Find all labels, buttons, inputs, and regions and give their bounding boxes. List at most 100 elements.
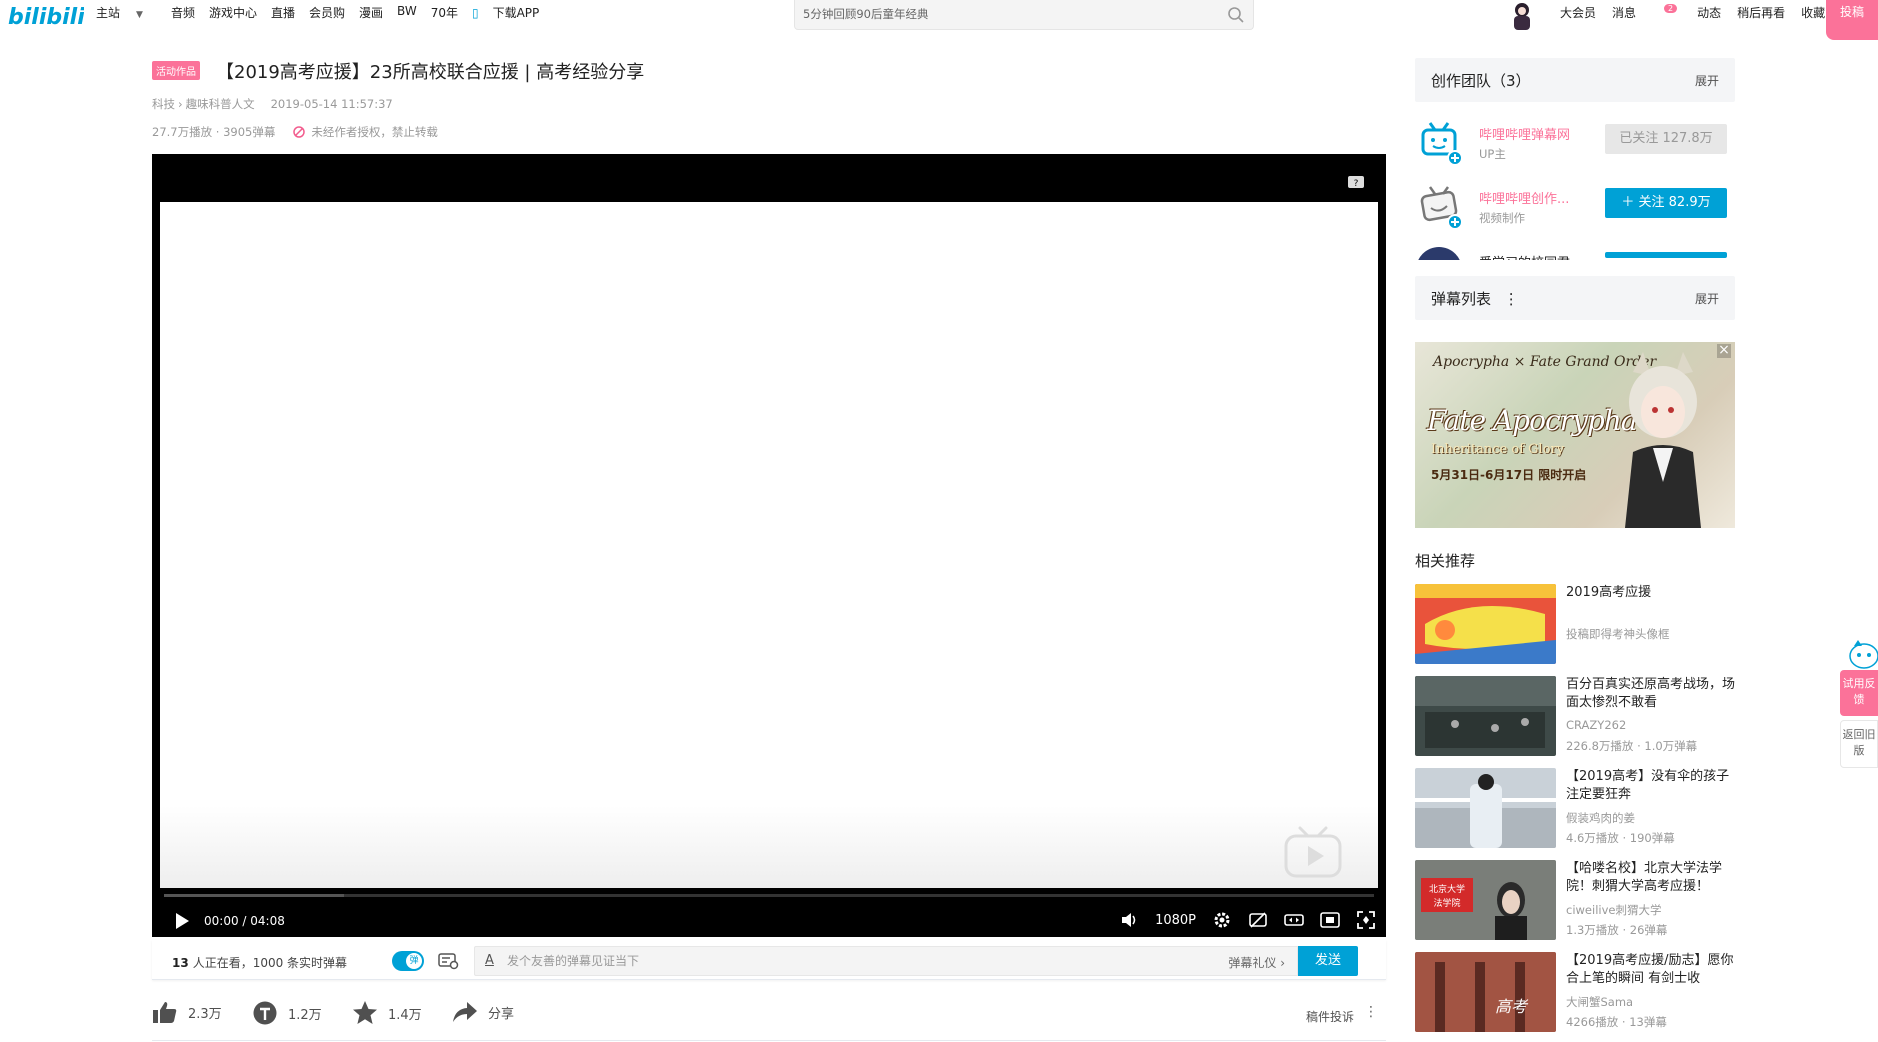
favorite-button[interactable]: 1.4万: [352, 1000, 422, 1026]
watching-info: 13 人正在看，1000 条实时弹幕: [172, 954, 347, 971]
svg-text:法学院: 法学院: [1433, 897, 1460, 909]
player-controls: 00:00 / 04:08 1080P: [152, 902, 1386, 937]
thumbnail[interactable]: 高考: [1415, 952, 1556, 1032]
related-item-up[interactable]: 大闸蟹Sama: [1566, 994, 1633, 1010]
avatar[interactable]: [1415, 118, 1463, 166]
time-display: 00:00 / 04:08: [204, 914, 285, 928]
phone-icon: ▯: [471, 6, 479, 20]
creator-name[interactable]: 爱学习的校园君: [1479, 252, 1579, 260]
report-link[interactable]: 稿件投诉: [1306, 1008, 1354, 1025]
web-fullscreen-icon[interactable]: [1320, 910, 1340, 930]
nav-item-mall[interactable]: 会员购: [309, 4, 345, 24]
old-version-button[interactable]: 返回旧版: [1840, 720, 1878, 768]
more-vertical-icon[interactable]: ⋮: [1504, 290, 1519, 308]
nav-item-download[interactable]: ▯ 下载APP: [472, 4, 553, 24]
nav-vip[interactable]: 大会员: [1560, 4, 1596, 21]
search-icon[interactable]: [1227, 6, 1245, 24]
svg-text:bilibili: bilibili: [8, 5, 84, 30]
nav-dynamic[interactable]: 动态: [1697, 4, 1721, 21]
coin-button[interactable]: 1.2万: [252, 1000, 322, 1026]
play-danmaku-count: 27.7万播放 · 3905弹幕: [152, 125, 276, 139]
nav-item-game[interactable]: 游戏中心: [209, 4, 257, 24]
close-icon[interactable]: ×: [1717, 343, 1731, 358]
danmaku-off-icon[interactable]: [1248, 910, 1268, 930]
video-player[interactable]: ? 00:00 / 04:08 1080P: [152, 154, 1386, 937]
thumbnail[interactable]: [1415, 584, 1556, 664]
breadcrumb-subcategory[interactable]: 趣味科普人文: [186, 97, 255, 111]
nav-item-70[interactable]: 70年: [431, 4, 458, 24]
send-danmaku-button[interactable]: 发送: [1298, 946, 1358, 976]
breadcrumb-category[interactable]: 科技: [152, 97, 175, 111]
related-item[interactable]: 百分百真实还原高考战场，场面太惨烈不敢看 CRAZY262 226.8万播放 ·…: [1415, 676, 1735, 756]
danmaku-etiquette-link[interactable]: 弹幕礼仪 ›: [1228, 954, 1285, 971]
related-item-up[interactable]: CRAZY262: [1566, 718, 1626, 732]
nav-item-manga[interactable]: 漫画: [359, 4, 383, 24]
feedback-button[interactable]: 试用反馈: [1840, 670, 1878, 716]
danmaku-list-header[interactable]: 弹幕列表 ⋮ 展开: [1415, 276, 1735, 320]
related-item-up[interactable]: 投稿即得考神头像框: [1566, 626, 1670, 642]
quality-selector[interactable]: 1080P: [1155, 913, 1196, 928]
thumbnail[interactable]: 北京大学法学院: [1415, 860, 1556, 940]
related-item[interactable]: 2019高考应援 投稿即得考神头像框: [1415, 584, 1735, 664]
related-item-stats: 1.3万播放 · 26弹幕: [1566, 923, 1668, 937]
nav-favorites[interactable]: 收藏: [1801, 4, 1825, 21]
font-style-icon[interactable]: A: [485, 953, 494, 968]
nav-messages[interactable]: 消息 2: [1612, 4, 1681, 21]
danmaku-toggle[interactable]: 弹: [392, 951, 424, 971]
thumbnail[interactable]: [1415, 768, 1556, 848]
watching-text: 人正在看，1000 条实时弹幕: [192, 956, 348, 970]
search-input[interactable]: [795, 0, 1195, 28]
danmaku-settings-icon[interactable]: [438, 952, 460, 970]
progress-bar[interactable]: [164, 894, 1374, 897]
related-item-title[interactable]: 2019高考应援: [1566, 584, 1736, 602]
creator-team-expand[interactable]: 展开: [1695, 72, 1719, 89]
danmaku-input-box: A 弹幕礼仪 ›: [474, 946, 1298, 976]
related-item-title[interactable]: 【2019高考】没有伞的孩子注定要狂奔: [1566, 768, 1736, 804]
svg-text:高考: 高考: [1495, 997, 1529, 1016]
help-icon[interactable]: ?: [1348, 176, 1364, 190]
widescreen-icon[interactable]: [1284, 910, 1304, 930]
volume-icon[interactable]: [1119, 910, 1139, 930]
related-item[interactable]: 高考 【2019高考应援/励志】愿你合上笔的瞬间 有剑士收 大闸蟹Sama 42…: [1415, 952, 1735, 1032]
bilibili-logo[interactable]: bilibili: [8, 2, 84, 30]
video-actions: 2.3万 1.2万 1.4万 分享 稿件投诉 ⋮: [152, 996, 1386, 1036]
video-screen[interactable]: [160, 202, 1378, 888]
related-item-title[interactable]: 百分百真实还原高考战场，场面太惨烈不敢看: [1566, 676, 1736, 712]
followed-button[interactable]: 已关注 127.8万: [1605, 124, 1727, 154]
fullscreen-icon[interactable]: [1356, 910, 1376, 930]
related-item-up[interactable]: 假装鸡肉的姜: [1566, 810, 1635, 826]
danmaku-list-expand[interactable]: 展开: [1695, 290, 1719, 307]
settings-gear-icon[interactable]: [1212, 910, 1232, 930]
thumbs-up-icon: [153, 1002, 177, 1023]
play-icon[interactable]: [174, 912, 190, 930]
forbidden-icon: [293, 126, 306, 138]
nav-watch-later[interactable]: 稍后再看: [1737, 4, 1785, 21]
ad-banner[interactable]: Apocrypha × Fate Grand Order Fate Apocry…: [1415, 342, 1735, 528]
related-item-up[interactable]: ciweilive刺猬大学: [1566, 902, 1661, 918]
upload-button[interactable]: 投稿: [1826, 0, 1878, 40]
thumbnail[interactable]: [1415, 676, 1556, 756]
avatar[interactable]: [1415, 246, 1463, 260]
activity-tag[interactable]: 活动作品: [152, 61, 200, 80]
related-item-title[interactable]: 【2019高考应援/励志】愿你合上笔的瞬间 有剑士收: [1566, 952, 1736, 988]
related-item-stats: 226.8万播放 · 1.0万弹幕: [1566, 739, 1698, 753]
nav-item-audio[interactable]: 音频: [171, 4, 195, 24]
avatar[interactable]: [1415, 182, 1463, 230]
danmaku-bar: 13人正在看，1000 条实时弹幕 弹 A 弹幕礼仪 › 发送: [152, 940, 1386, 980]
like-button[interactable]: 2.3万: [152, 1000, 222, 1024]
nav-item-bw[interactable]: BW: [397, 4, 417, 24]
creator-name[interactable]: 哔哩哔哩创作...: [1479, 188, 1579, 207]
related-item-title[interactable]: 【哈喽名校】北京大学法学院！刺猬大学高考应援！: [1566, 860, 1736, 896]
follow-button[interactable]: [1605, 252, 1727, 258]
nav-item-main[interactable]: 主站 ▼: [96, 4, 157, 24]
more-vertical-icon[interactable]: ⋮: [1364, 1004, 1378, 1020]
danmaku-input[interactable]: [507, 947, 1107, 975]
related-item[interactable]: 【2019高考】没有伞的孩子注定要狂奔 假装鸡肉的姜 4.6万播放 · 190弹…: [1415, 768, 1735, 848]
nav-item-live[interactable]: 直播: [271, 4, 295, 24]
creator-item: 哔哩哔哩弹幕网 UP主 已关注 127.8万: [1415, 118, 1735, 174]
creator-name[interactable]: 哔哩哔哩弹幕网: [1479, 124, 1579, 143]
user-avatar[interactable]: [1508, 0, 1536, 30]
related-item[interactable]: 北京大学 法学院 【哈喽名校】北京大学法学院！刺猬大学高考应援！ ciweiliv…: [1415, 860, 1735, 940]
share-button[interactable]: 分享: [452, 1000, 514, 1024]
follow-button[interactable]: ＋ 关注 82.9万: [1605, 188, 1727, 218]
